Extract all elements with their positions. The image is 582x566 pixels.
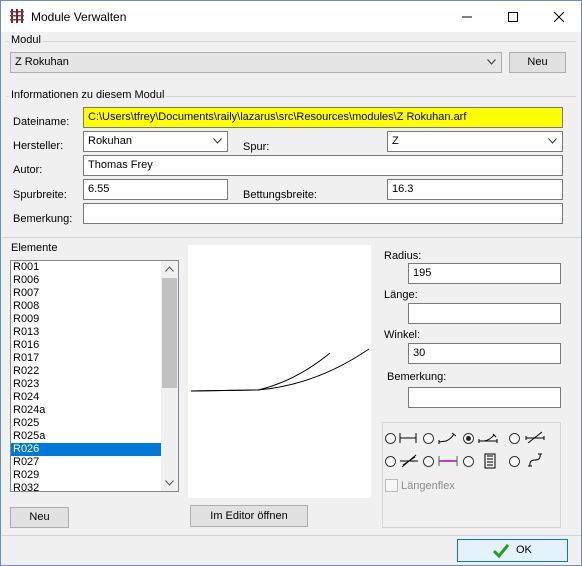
list-item[interactable]: R025 [11,417,178,430]
hersteller-select[interactable]: Rokuhan [83,131,228,152]
chevron-down-icon [213,138,222,144]
list-item[interactable]: R009 [11,313,178,326]
properties-bemerkung-label: Bemerkung: [387,371,447,383]
open-editor-button[interactable]: Im Editor öffnen [190,505,308,527]
bettungsbreite-label: Bettungsbreite: [243,189,317,201]
new-modul-button[interactable]: Neu [509,52,566,73]
dateiname-field[interactable]: C:\Users\tfrey\Documents\raily\lazarus\s… [83,107,563,128]
autor-field[interactable]: Thomas Frey [83,155,563,176]
spurbreite-field[interactable]: 6.55 [83,179,228,200]
modul-select[interactable]: Z Rokuhan [10,52,502,73]
winkel-field[interactable]: 30 [408,343,561,364]
radius-field[interactable]: 195 [408,263,561,284]
hersteller-label: Hersteller: [13,140,64,152]
straight-track-icon [399,433,417,443]
type-radio-flex[interactable] [509,456,520,467]
crossing-icon [525,431,545,444]
module-window: Module Verwalten Modul Z Rokuhan Neu Inf… [0,0,582,566]
type-radio-uncoupler[interactable] [423,456,434,467]
spur-select-value: Z [392,135,399,147]
new-element-button[interactable]: Neu [10,507,69,528]
footer-divider [1,535,581,536]
chevron-down-icon [487,59,496,65]
laenge-label: Länge: [384,289,418,301]
scroll-thumb[interactable] [162,278,177,388]
bumper-icon [484,453,496,469]
bettungsbreite-field[interactable]: 16.3 [387,179,563,200]
maximize-button[interactable] [490,1,536,32]
list-item[interactable]: R024 [11,391,178,404]
elemente-list-items: R001 R006 R007 R008 R009 R013 R016 R017 R022 R023… [11,261,178,491]
app-icon [10,9,24,23]
list-item[interactable]: R027 [11,456,178,469]
type-radio-crossing[interactable] [509,433,520,444]
list-item[interactable]: R013 [11,326,178,339]
autor-label: Autor: [13,164,43,176]
type-radio-curve[interactable] [423,433,434,444]
dateiname-label: Dateiname: [13,116,70,128]
hersteller-select-value: Rokuhan [88,135,133,147]
winkel-label: Winkel: [384,329,421,341]
curve-track-icon [438,432,456,444]
uncoupler-icon [438,456,458,466]
turnout-icon [478,433,498,443]
laenge-field[interactable] [408,303,561,324]
list-item[interactable]: R008 [11,300,178,313]
maximize-icon [508,11,518,22]
list-item[interactable]: R026 [11,443,178,456]
preview-canvas [188,245,371,498]
modul-group [6,41,576,42]
elemente-list[interactable]: R001 R006 R007 R008 R009 R013 R016 R017 R022 R023… [10,260,179,492]
type-radio-bumper[interactable] [463,456,474,467]
list-item[interactable]: R016 [11,339,178,352]
bemerkung-field[interactable] [83,203,563,224]
section-divider [1,237,581,238]
modul-group-label: Modul [9,34,43,46]
minimize-icon [462,16,472,17]
list-item[interactable]: R024a [11,404,178,417]
laengenflex-checkbox[interactable] [385,479,398,492]
list-item[interactable]: R023 [11,378,178,391]
properties-bemerkung-field[interactable] [408,387,561,408]
ok-button-label: OK [516,544,532,556]
scroll-down-icon[interactable] [165,480,174,486]
laengenflex-label: Längenflex [401,480,455,492]
spur-label: Spur: [243,141,270,153]
list-item[interactable]: R006 [11,274,178,287]
chevron-down-icon [548,138,557,144]
elemente-label: Elemente [11,242,58,254]
ok-button[interactable]: OK [457,539,568,562]
bemerkung-label: Bemerkung: [13,213,73,225]
info-group-label: Informationen zu diesem Modul [9,89,167,101]
type-radio-turnout[interactable] [463,433,474,444]
minimize-button[interactable] [444,1,490,32]
checkmark-icon [493,544,509,558]
title-bar: Module Verwalten [1,1,581,32]
flex-track-icon [528,453,542,467]
close-icon [554,11,564,22]
list-item[interactable]: R007 [11,287,178,300]
type-radio-straight[interactable] [385,433,396,444]
scroll-up-icon[interactable] [165,266,174,272]
spur-select[interactable]: Z [387,131,563,152]
list-item[interactable]: R032 [11,482,178,491]
list-item[interactable]: R025a [11,430,178,443]
close-button[interactable] [536,1,582,32]
list-item[interactable]: R022 [11,365,178,378]
list-item[interactable]: R017 [11,352,178,365]
list-item[interactable]: R029 [11,469,178,482]
window-title: Module Verwalten [31,10,127,24]
list-scrollbar[interactable] [161,261,178,491]
type-radio-double-slip[interactable] [385,456,396,467]
radius-label: Radius: [384,250,422,262]
list-item[interactable]: R001 [11,261,178,274]
spurbreite-label: Spurbreite: [13,189,67,201]
modul-select-value: Z Rokuhan [15,56,69,68]
double-slip-icon [400,454,418,468]
track-preview-drawing [190,348,370,392]
